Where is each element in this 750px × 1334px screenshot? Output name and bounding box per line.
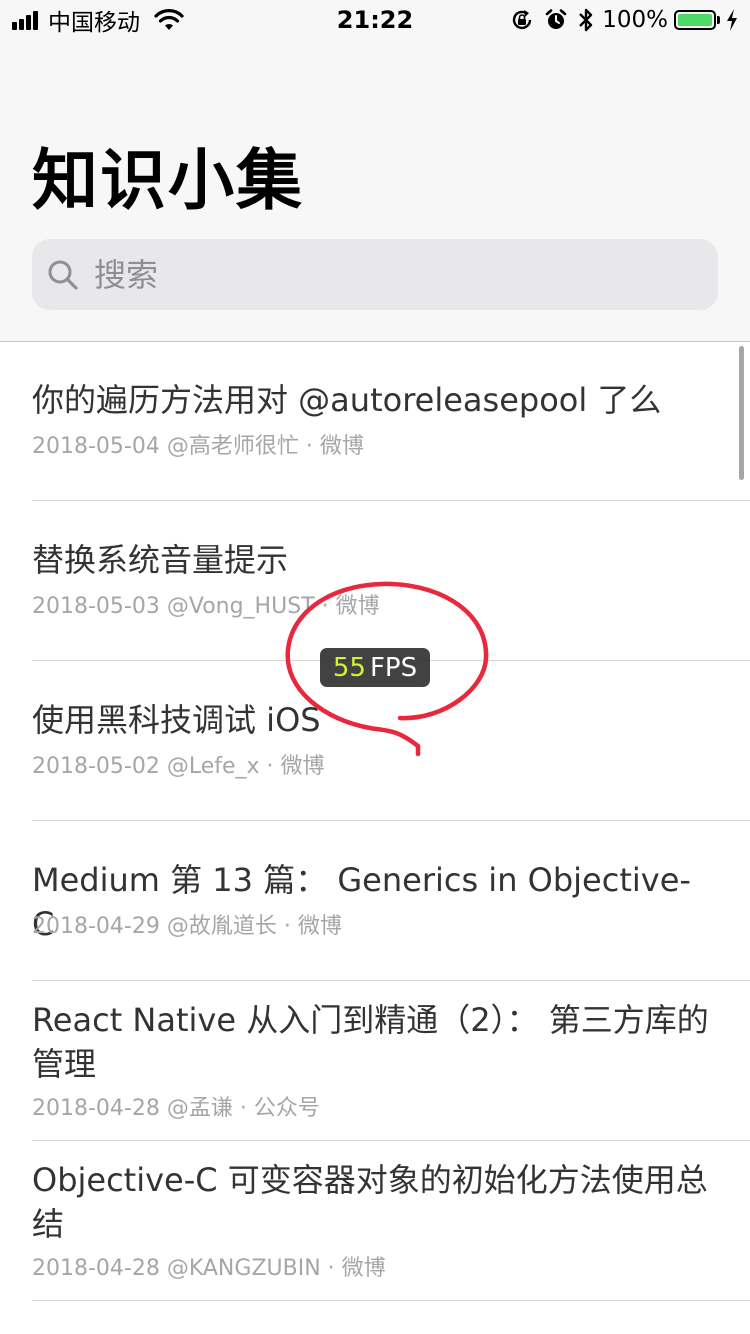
battery-tip (717, 16, 720, 24)
bluetooth-icon (579, 8, 593, 32)
search-input[interactable] (92, 254, 696, 295)
list-item[interactable]: Medium 第 13 篇： Generics in Objective-C 2… (32, 821, 750, 981)
fps-monitor-badge: 55 FPS (320, 648, 430, 687)
article-meta: 2018-04-28 @KANGZUBIN · 微博 (32, 1256, 386, 1281)
status-bar: 中国移动 21:22 100% (0, 0, 750, 40)
article-title: Objective-C 可变容器对象的初始化方法使用总结 (32, 1161, 708, 1243)
battery-icon (674, 10, 716, 30)
list-item[interactable]: Objective-C 可变容器对象的初始化方法使用总结 2018-04-28 … (32, 1141, 750, 1301)
fps-unit: FPS (369, 652, 418, 683)
alarm-icon (545, 9, 567, 29)
article-title: 使用黑科技调试 iOS (32, 701, 321, 739)
article-title: 替换系统音量提示 (32, 541, 289, 579)
fps-value: 55 (332, 652, 366, 683)
charging-bolt-icon (727, 9, 737, 31)
article-title: React Native 从入门到精通（2）： 第三方库的管理 (32, 1001, 709, 1083)
list-item[interactable]: 替换系统音量提示 2018-05-03 @Vong_HUST · 微博 (32, 501, 750, 661)
orientation-lock-icon (513, 10, 532, 30)
article-meta: 2018-04-28 @孟谦 · 公众号 (32, 1096, 320, 1121)
app-screen: 中国移动 21:22 100% 知识小集 搜索 你的遍历方法用对 @autore… (0, 0, 750, 1334)
search-bar[interactable] (32, 239, 718, 310)
navigation-header: 中国移动 21:22 100% 知识小集 搜索 (0, 0, 750, 342)
list-item[interactable]: 你的遍历方法用对 @autoreleasepool 了么 2018-05-04 … (32, 342, 750, 501)
search-icon (48, 260, 78, 290)
article-title: 你的遍历方法用对 @autoreleasepool 了么 (32, 381, 662, 419)
battery-level-fill (678, 14, 712, 26)
article-meta: 2018-05-03 @Vong_HUST · 微博 (32, 594, 380, 619)
page-title: 知识小集 (32, 142, 304, 219)
article-meta: 2018-05-04 @高老师很忙 · 微博 (32, 434, 364, 459)
battery-percentage: 100% (602, 7, 668, 33)
article-meta: 2018-04-29 @故胤道长 · 微博 (32, 914, 342, 939)
scroll-indicator[interactable] (739, 346, 744, 480)
list-item[interactable]: React Native 从入门到精通（2）： 第三方库的管理 2018-04-… (32, 981, 750, 1141)
article-meta: 2018-05-02 @Lefe_x · 微博 (32, 754, 325, 779)
status-bar-right: 100% (500, 6, 738, 34)
